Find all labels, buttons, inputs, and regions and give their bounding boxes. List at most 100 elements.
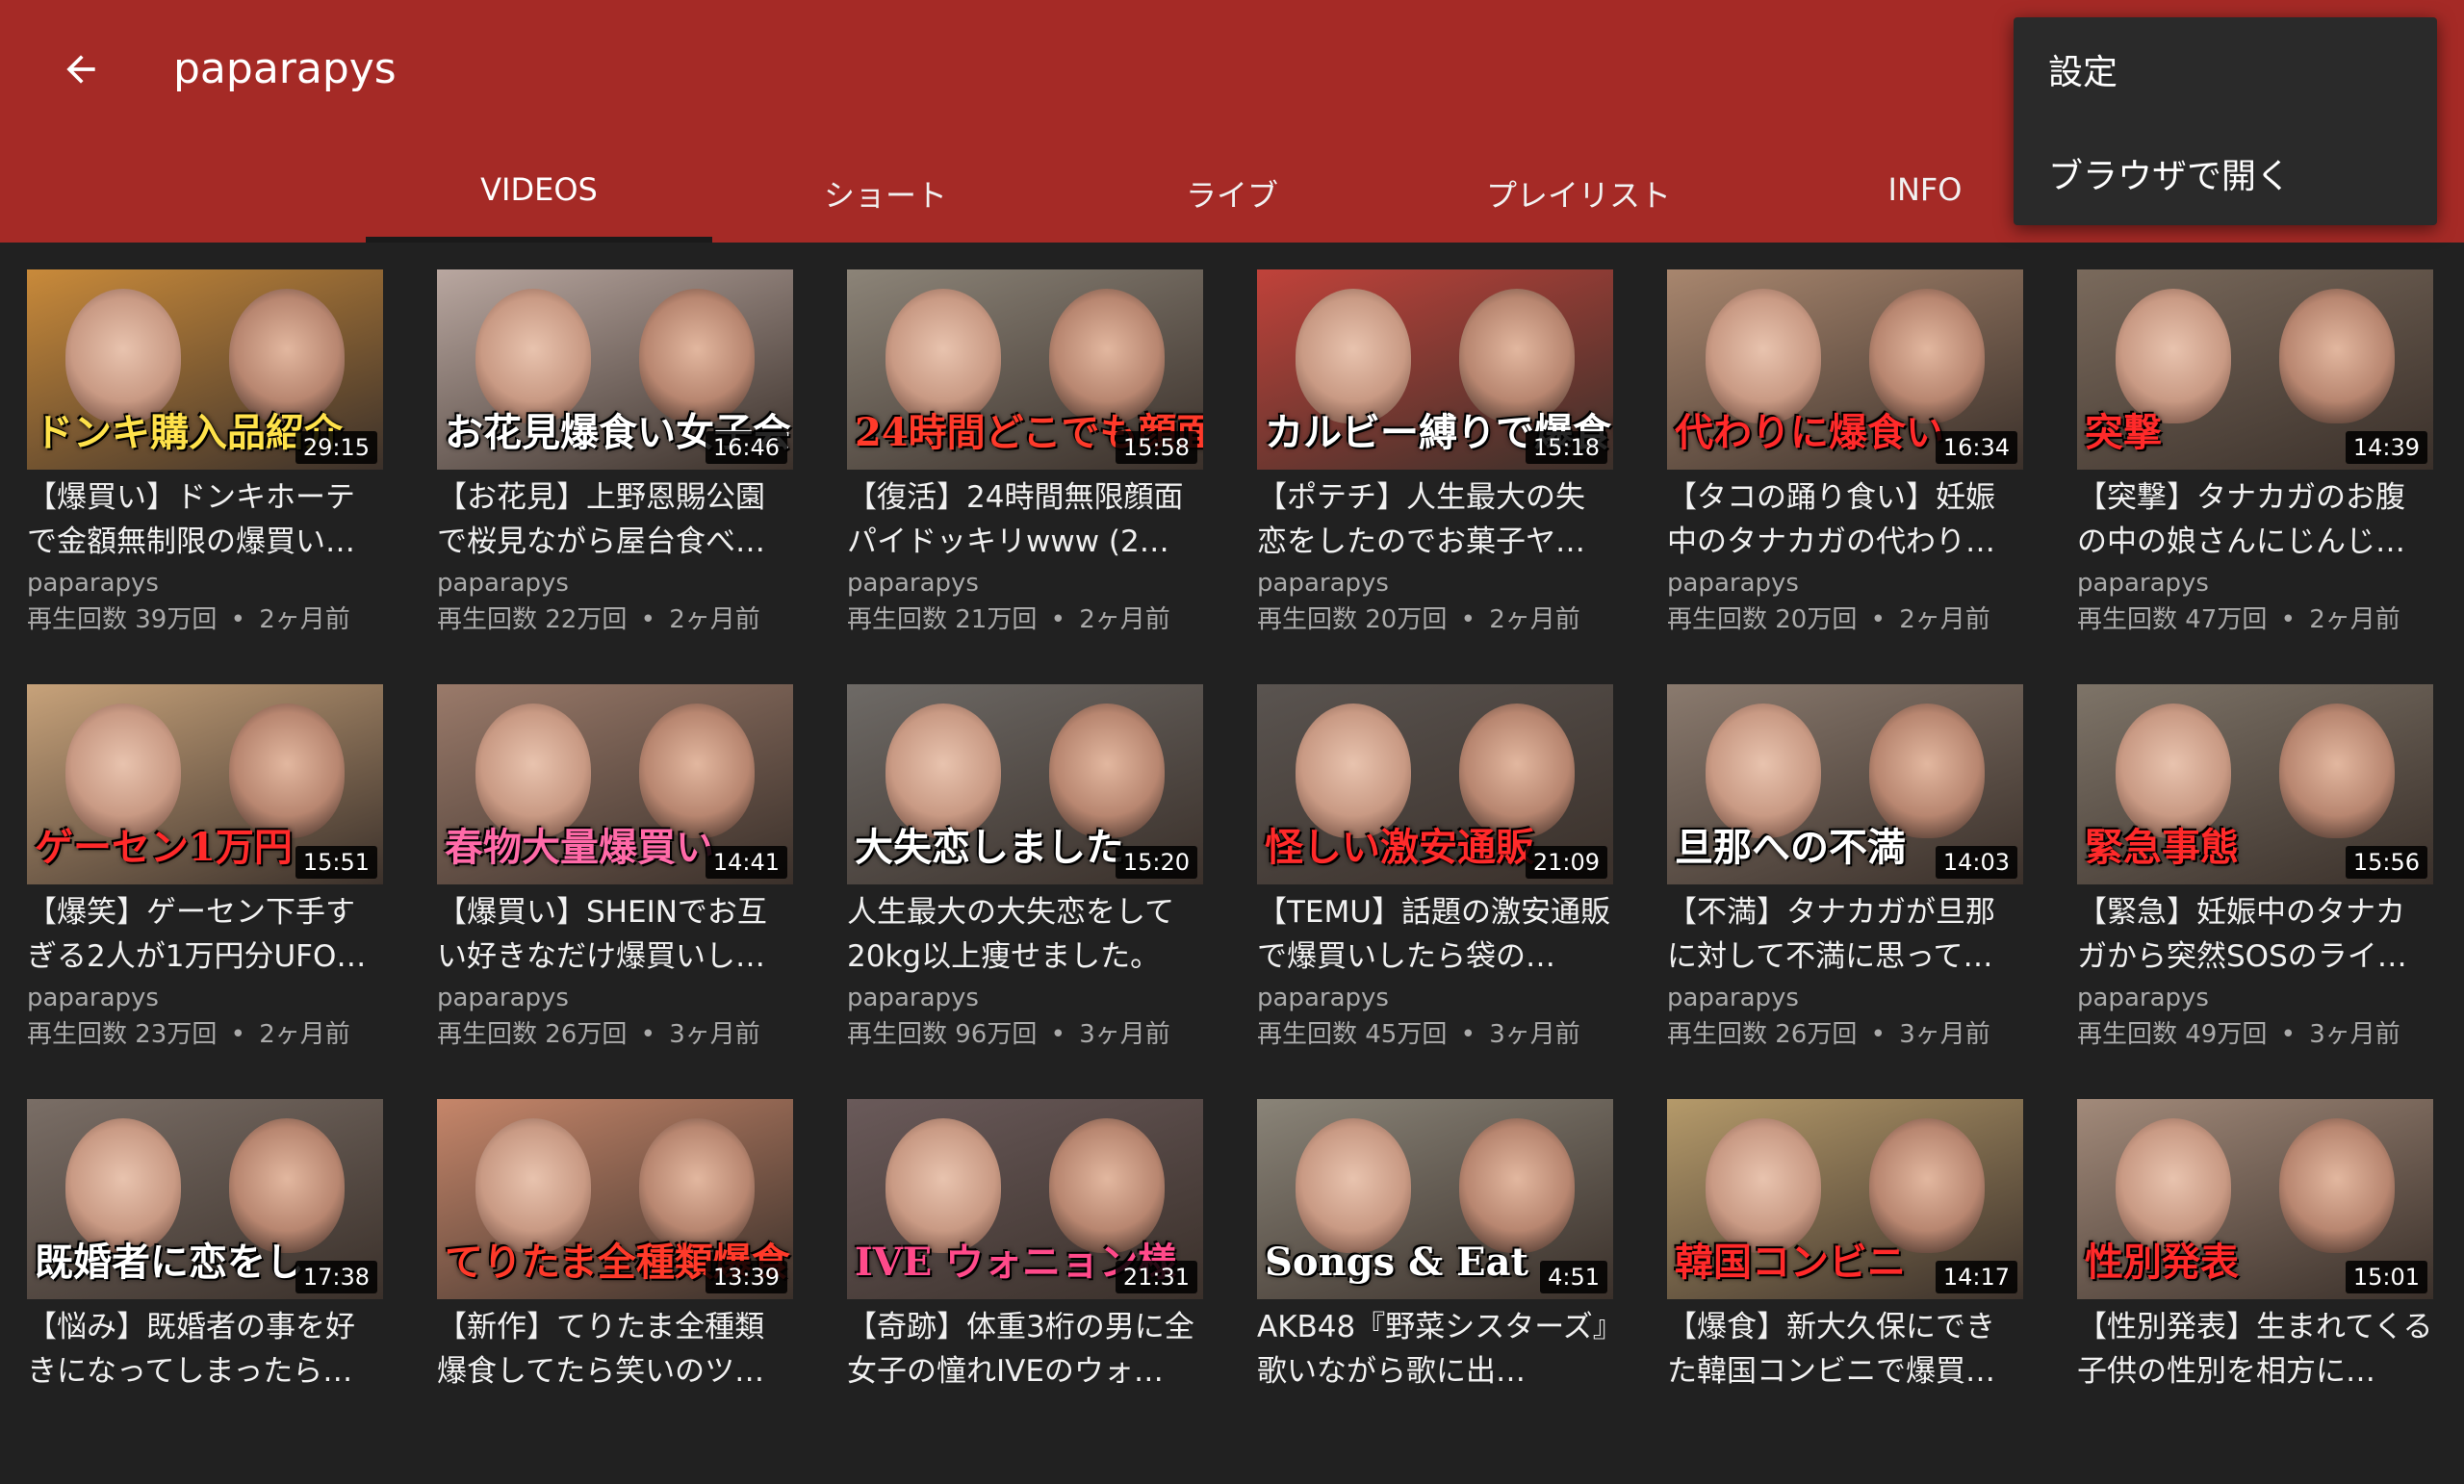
menu-item-open-in-browser[interactable]: ブラウザで開く [2014, 121, 2437, 225]
video-thumbnail[interactable]: IVE ウォニョン様 21:31 [847, 1099, 1203, 1299]
upload-age: 2ヶ月前 [1899, 605, 1990, 634]
video-title[interactable]: 【奇跡】体重3桁の男に全女子の憧れIVEのウォ… [847, 1305, 1203, 1394]
video-thumbnail[interactable]: お花見爆食い女子会 16:46 [437, 269, 793, 470]
upload-age: 3ヶ月前 [1489, 1020, 1580, 1049]
video-title[interactable]: 【ポテチ】人生最大の失恋をしたのでお菓子ヤ… [1257, 475, 1613, 564]
thumbnail-person-right [1459, 289, 1575, 423]
video-card[interactable]: 大失恋しました 15:20 人生最大の大失恋をして20kg以上痩せました。 papar… [847, 684, 1203, 1069]
video-title[interactable]: 【爆食】新大久保にできた韓国コンビニで爆買… [1667, 1305, 2023, 1394]
video-card[interactable]: 春物大量爆買い 14:41 【爆買い】SHEINでお互い好きなだけ爆買いし… papa… [437, 684, 793, 1069]
video-card[interactable]: IVE ウォニョン様 21:31 【奇跡】体重3桁の男に全女子の憧れIVEのウォ… [847, 1099, 1203, 1484]
video-meta: 再生回数 49万回 • 3ヶ月前 [2077, 1017, 2400, 1052]
video-card[interactable]: 代わりに爆食い 16:34 【タコの踊り食い】妊娠中のタナカガの代わり… papara… [1667, 269, 2023, 654]
video-title[interactable]: 【突撃】タナカガのお腹の中の娘さんにじんじ… [2077, 475, 2433, 564]
video-thumbnail[interactable]: 韓国コンビニ 14:17 [1667, 1099, 2023, 1299]
video-thumbnail[interactable]: てりたま全種類爆食 13:39 [437, 1099, 793, 1299]
video-thumbnail[interactable]: 旦那への不満 14:03 [1667, 684, 2023, 884]
video-meta: 再生回数 96万回 • 3ヶ月前 [847, 1017, 1170, 1052]
thumbnail-person-left [886, 289, 1001, 423]
video-thumbnail[interactable]: 性別発表 15:01 [2077, 1099, 2433, 1299]
view-count: 再生回数 39万回 [27, 605, 218, 634]
video-title[interactable]: 【不満】タナカガが旦那に対して不満に思って… [1667, 890, 2023, 979]
video-card[interactable]: 旦那への不満 14:03 【不満】タナカガが旦那に対して不満に思って… paparap… [1667, 684, 2023, 1069]
video-title[interactable]: 【TEMU】話題の激安通販で爆買いしたら袋の… [1257, 890, 1613, 979]
video-meta: 再生回数 21万回 • 2ヶ月前 [847, 602, 1170, 637]
video-card[interactable]: ゲーセン1万円 15:51 【爆笑】ゲーセン下手すぎる2人が1万円分UFO… papa… [27, 684, 383, 1069]
thumbnail-person-right [639, 704, 755, 838]
video-card[interactable]: 既婚者に恋をし 17:38 【悩み】既婚者の事を好きになってしまったら… [27, 1099, 383, 1484]
thumbnail-person-left [2116, 1118, 2231, 1253]
thumbnail-caption: 代わりに爆食い [1675, 410, 1944, 455]
video-title[interactable]: 【爆買い】ドンキホーテで金額無制限の爆買い… [27, 475, 383, 564]
tab-shorts[interactable]: ショート [712, 154, 1059, 243]
duration-badge: 16:46 [705, 431, 787, 464]
video-thumbnail[interactable]: 24時間どこでも顔面パイ15:58 [847, 269, 1203, 470]
menu-item-settings[interactable]: 設定 [2014, 17, 2437, 121]
video-thumbnail[interactable]: 突撃 14:39 [2077, 269, 2433, 470]
video-meta: 再生回数 47万回 • 2ヶ月前 [2077, 602, 2400, 637]
duration-badge: 13:39 [705, 1261, 787, 1293]
thumbnail-person-right [1049, 704, 1165, 838]
video-card[interactable]: てりたま全種類爆食 13:39 【新作】てりたま全種類爆食してたら笑いのツ… [437, 1099, 793, 1484]
video-thumbnail[interactable]: 大失恋しました 15:20 [847, 684, 1203, 884]
thumbnail-person-right [2279, 1118, 2395, 1253]
channel-name: paparapys [847, 569, 979, 598]
channel-name: paparapys [27, 984, 159, 1012]
separator-dot: • [632, 1020, 664, 1049]
video-card[interactable]: カルビー縛りで爆食い 15:18 【ポテチ】人生最大の失恋をしたのでお菓子ヤ… pap… [1257, 269, 1613, 654]
channel-title: paparapys [173, 44, 397, 93]
video-thumbnail[interactable]: 代わりに爆食い 16:34 [1667, 269, 2023, 470]
video-title[interactable]: 【お花見】上野恩賜公園で桜見ながら屋台食べ… [437, 475, 793, 564]
video-thumbnail[interactable]: 既婚者に恋をし 17:38 [27, 1099, 383, 1299]
video-title[interactable]: 【悩み】既婚者の事を好きになってしまったら… [27, 1305, 383, 1394]
video-title[interactable]: AKB48『野菜シスターズ』歌いながら歌に出… [1257, 1305, 1613, 1394]
duration-badge: 15:01 [2345, 1261, 2427, 1293]
video-meta: 再生回数 22万回 • 2ヶ月前 [437, 602, 760, 637]
video-card[interactable]: 突撃 14:39 【突撃】タナカガのお腹の中の娘さんにじんじ… paparapys 再生… [2077, 269, 2433, 654]
tab-videos[interactable]: VIDEOS [366, 154, 712, 243]
tab-playlists[interactable]: プレイリスト [1405, 154, 1752, 243]
thumbnail-caption: 大失恋しました [855, 825, 1124, 870]
video-card[interactable]: 緊急事態 15:56 【緊急】妊娠中のタナカガから突然SOSのライ… paparapy… [2077, 684, 2433, 1069]
tab-live[interactable]: ライブ [1059, 154, 1405, 243]
video-thumbnail[interactable]: ゲーセン1万円 15:51 [27, 684, 383, 884]
back-button[interactable] [50, 38, 112, 100]
video-card[interactable]: お花見爆食い女子会 16:46 【お花見】上野恩賜公園で桜見ながら屋台食べ… papa… [437, 269, 793, 654]
video-title[interactable]: 【性別発表】生まれてくる子供の性別を相方に… [2077, 1305, 2433, 1394]
separator-dot: • [1452, 1020, 1484, 1049]
duration-badge: 21:09 [1525, 846, 1607, 879]
video-title[interactable]: 【新作】てりたま全種類爆食してたら笑いのツ… [437, 1305, 793, 1394]
video-thumbnail[interactable]: カルビー縛りで爆食い 15:18 [1257, 269, 1613, 470]
video-card[interactable]: 24時間どこでも顔面パイ15:58【復活】24時間無限顔面パイドッキリwww (… [847, 269, 1203, 654]
video-thumbnail[interactable]: 緊急事態 15:56 [2077, 684, 2433, 884]
thumbnail-person-left [65, 704, 181, 838]
video-title[interactable]: 【爆買い】SHEINでお互い好きなだけ爆買いし… [437, 890, 793, 979]
thumbnail-caption: 緊急事態 [2085, 825, 2239, 870]
channel-name: paparapys [27, 569, 159, 598]
video-thumbnail[interactable]: ドンキ購入品紹介 29:15 [27, 269, 383, 470]
video-title[interactable]: 【緊急】妊娠中のタナカガから突然SOSのライ… [2077, 890, 2433, 979]
video-thumbnail[interactable]: Songs & Eat 4:51 [1257, 1099, 1613, 1299]
video-title[interactable]: 【爆笑】ゲーセン下手すぎる2人が1万円分UFO… [27, 890, 383, 979]
video-title[interactable]: 人生最大の大失恋をして20kg以上痩せました。 [847, 890, 1203, 979]
video-card[interactable]: 怪しい激安通販 21:09 【TEMU】話題の激安通販で爆買いしたら袋の… papar… [1257, 684, 1613, 1069]
channel-name: paparapys [2077, 569, 2209, 598]
video-card[interactable]: 性別発表 15:01 【性別発表】生まれてくる子供の性別を相方に… [2077, 1099, 2433, 1484]
video-card[interactable]: Songs & Eat 4:51 AKB48『野菜シスターズ』歌いながら歌に出… [1257, 1099, 1613, 1484]
upload-age: 3ヶ月前 [1899, 1020, 1990, 1049]
video-card[interactable]: 韓国コンビニ 14:17 【爆食】新大久保にできた韓国コンビニで爆買… [1667, 1099, 2023, 1484]
thumbnail-person-right [639, 1118, 755, 1253]
thumbnail-person-left [475, 289, 591, 423]
video-meta: 再生回数 23万回 • 2ヶ月前 [27, 1017, 350, 1052]
video-thumbnail[interactable]: 怪しい激安通販 21:09 [1257, 684, 1613, 884]
upload-age: 3ヶ月前 [1079, 1020, 1170, 1049]
duration-badge: 15:20 [1115, 846, 1197, 879]
view-count: 再生回数 23万回 [27, 1020, 218, 1049]
duration-badge: 29:15 [295, 431, 377, 464]
video-thumbnail[interactable]: 春物大量爆買い 14:41 [437, 684, 793, 884]
video-title[interactable]: 【タコの踊り食い】妊娠中のタナカガの代わり… [1667, 475, 2023, 564]
upload-age: 2ヶ月前 [1079, 605, 1170, 634]
thumbnail-person-left [1706, 704, 1821, 838]
video-card[interactable]: ドンキ購入品紹介 29:15 【爆買い】ドンキホーテで金額無制限の爆買い… papar… [27, 269, 383, 654]
video-title[interactable]: 【復活】24時間無限顔面パイドッキリwww (2… [847, 475, 1203, 564]
